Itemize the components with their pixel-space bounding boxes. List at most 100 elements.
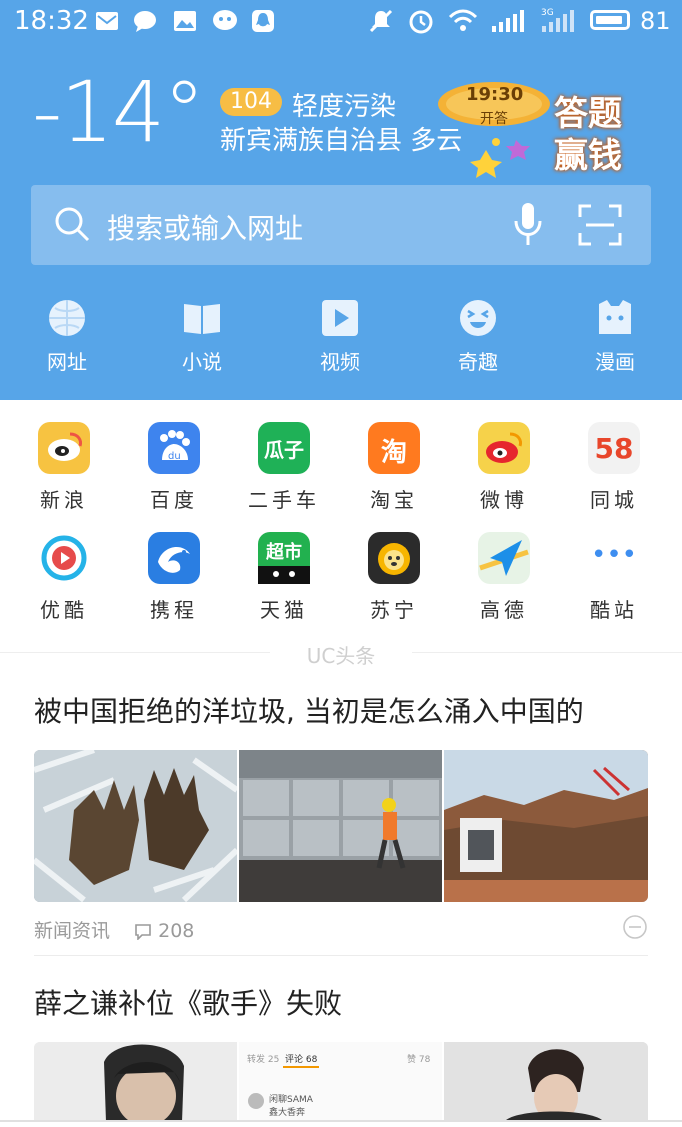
snippet-tab: 赞 78 [407, 1055, 431, 1065]
app-58[interactable]: 58 同城 [564, 422, 664, 513]
58-icon: 58 [588, 422, 640, 474]
battery-icon [590, 10, 630, 30]
article-category[interactable]: 新闻资讯 [34, 920, 110, 942]
battery-level: 81 [640, 7, 671, 35]
article-meta: 新闻资讯 208 [34, 916, 194, 943]
play-icon [322, 300, 358, 336]
gloves-photo [34, 750, 237, 902]
app-taobao[interactable]: 淘 淘宝 [344, 422, 444, 513]
quiz-promo-banner[interactable]: 19:30 开答 答题 赢钱 [436, 80, 636, 180]
nav-item-comic[interactable]: 漫画 [570, 298, 660, 375]
portrait-photo [444, 1042, 648, 1122]
app-more[interactable]: ••• 酷站 [564, 532, 664, 623]
app-label: 新浪 [40, 488, 88, 512]
suning-icon [368, 532, 420, 584]
status-bar: 18:32 3G 81 [0, 0, 682, 44]
app-label: 百度 [150, 488, 198, 512]
temperature[interactable]: -14° [32, 70, 205, 154]
mail-icon [96, 12, 118, 30]
network-type: 3G [541, 8, 554, 18]
article-title[interactable]: 薛之谦补位《歌手》失败 [34, 982, 342, 1022]
promo-sub: 开答 [480, 111, 508, 127]
baidu-icon: du [148, 422, 200, 474]
app-youku[interactable]: 优酷 [14, 532, 114, 623]
article-image[interactable] [239, 750, 442, 902]
nav-label: 小说 [182, 350, 222, 374]
snippet-tab: 评论 68 [285, 1055, 318, 1065]
search-placeholder: 搜索或输入网址 [107, 212, 304, 245]
app-label: 淘宝 [370, 488, 418, 512]
aqi-text: 轻度污染 [292, 92, 397, 122]
smiley-icon [460, 300, 496, 336]
taobao-icon: 淘 [368, 422, 420, 474]
nav-label: 视频 [320, 350, 360, 374]
nav-item-fun[interactable]: 奇趣 [433, 298, 523, 375]
article-image[interactable] [34, 1042, 237, 1122]
article-image[interactable]: 转发 25 评论 68 赞 78 闲聊SAMA 鑫大香奔 [239, 1042, 442, 1122]
weibo-icon [478, 422, 530, 474]
feed-section-label: UC头条 [306, 644, 376, 668]
promo-title-2: 赢钱 [554, 136, 622, 176]
guazi-icon: 瓜子 [258, 422, 310, 474]
youku-icon [38, 532, 90, 584]
nav-item-web[interactable]: 网址 [22, 298, 112, 375]
app-label: 同城 [590, 488, 638, 512]
signal-icon [492, 10, 524, 32]
app-label: 酷站 [590, 598, 638, 622]
article-image[interactable] [34, 750, 237, 902]
snippet-underline [283, 1066, 319, 1068]
app-label: 携程 [150, 598, 198, 622]
app-label: 优酷 [40, 598, 88, 622]
app-tmall[interactable]: 超市 天猫 [234, 532, 334, 623]
globe-icon [49, 300, 85, 336]
app-ctrip[interactable]: 携程 [124, 532, 224, 623]
article-title[interactable]: 被中国拒绝的洋垃圾, 当初是怎么涌入中国的 [34, 690, 584, 730]
gallery-icon [174, 11, 196, 31]
app-label: 天猫 [260, 598, 308, 622]
app-label: 二手车 [248, 488, 320, 512]
scrap-photo [444, 750, 648, 902]
app-weibo[interactable]: 微博 [454, 422, 554, 513]
status-time: 18:32 [14, 6, 89, 36]
wifi-icon [448, 9, 478, 31]
app-sina[interactable]: 新浪 [14, 422, 114, 513]
weather-location[interactable]: 新宾满族自治县 多云 [220, 120, 462, 157]
nav-label: 漫画 [595, 350, 635, 374]
article-image[interactable] [444, 1042, 648, 1122]
article-image[interactable] [444, 750, 648, 902]
book-icon [184, 304, 220, 334]
divider [34, 955, 648, 956]
dislike-icon[interactable] [622, 914, 648, 940]
nav-item-video[interactable]: 视频 [295, 298, 385, 375]
app-guazi[interactable]: 瓜子 二手车 [234, 422, 334, 513]
app-label: 微博 [480, 488, 528, 512]
nav-label: 网址 [47, 350, 87, 374]
tmall-icon: 超市 [258, 532, 310, 584]
app-amap[interactable]: 高德 [454, 532, 554, 623]
portrait-photo [34, 1042, 237, 1122]
app-baidu[interactable]: du 百度 [124, 422, 224, 513]
more-icon: ••• [588, 532, 640, 584]
aqi-badge[interactable]: 104 [220, 88, 282, 116]
scan-icon[interactable] [577, 203, 623, 247]
amap-icon [478, 532, 530, 584]
recycling-photo [239, 750, 442, 902]
app-suning[interactable]: 苏宁 [344, 532, 444, 623]
search-bar[interactable]: 搜索或输入网址 [31, 185, 651, 265]
mute-icon [369, 9, 393, 33]
promo-time: 19:30 [466, 84, 524, 105]
avatar [248, 1093, 264, 1109]
bottom-edge [0, 1120, 682, 1122]
app-label: 苏宁 [370, 598, 418, 622]
snippet-name: 闲聊SAMA [269, 1095, 313, 1105]
sina-icon [38, 422, 90, 474]
wechat-icon [213, 10, 237, 30]
snippet-tab: 转发 25 [247, 1055, 280, 1065]
microphone-icon[interactable] [511, 201, 545, 249]
comment-icon [135, 924, 151, 941]
nav-item-novel[interactable]: 小说 [157, 298, 247, 375]
svg-text:du: du [168, 451, 181, 462]
comment-count[interactable]: 208 [158, 920, 194, 942]
comic-icon [599, 300, 631, 334]
app-label: 高德 [480, 598, 528, 622]
